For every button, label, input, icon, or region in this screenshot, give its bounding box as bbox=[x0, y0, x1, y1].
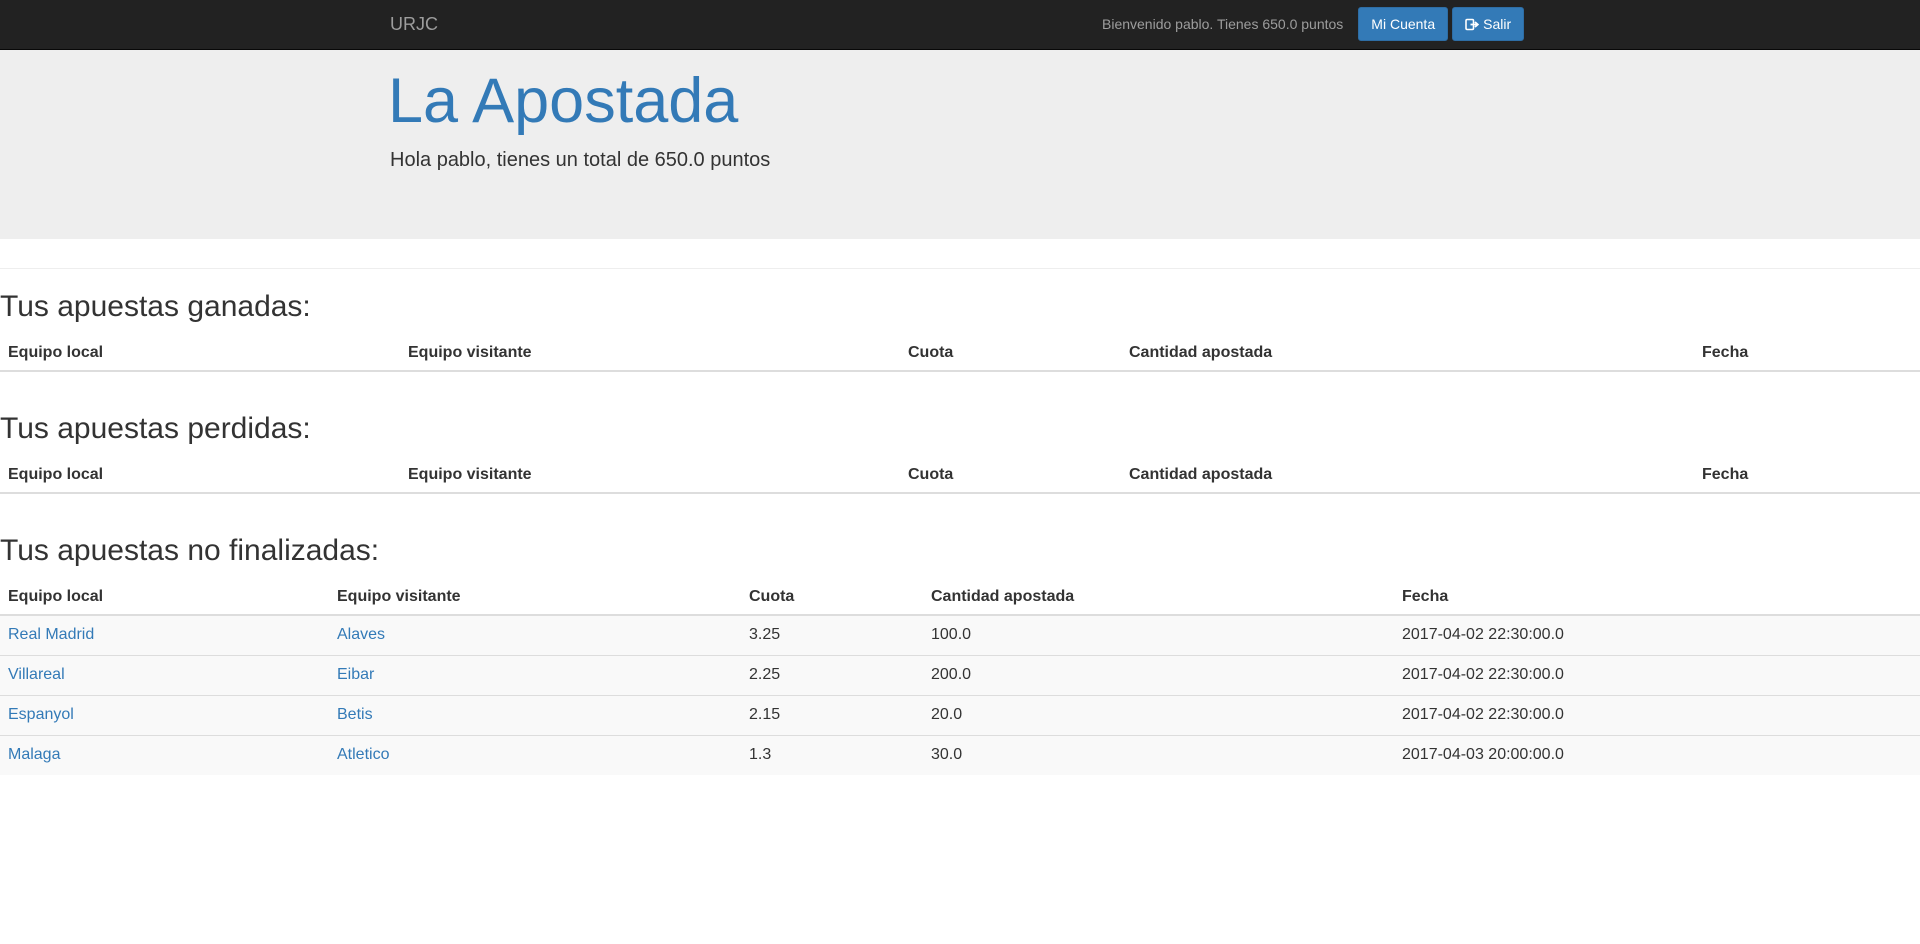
date-cell: 2017-04-02 22:30:00.0 bbox=[1394, 614, 1920, 655]
won-bets-section: Tus apuestas ganadas: Equipo local Equip… bbox=[0, 290, 1920, 372]
won-bets-table: Equipo local Equipo visitante Cuota Cant… bbox=[0, 335, 1920, 372]
amount-cell: 200.0 bbox=[923, 654, 1394, 695]
jumbotron: La Apostada Hola pablo, tienes un total … bbox=[0, 50, 1920, 239]
visitor-team-link[interactable]: Alaves bbox=[337, 626, 385, 643]
column-header: Equipo visitante bbox=[400, 335, 900, 372]
column-header: Fecha bbox=[1694, 457, 1920, 494]
local-team-link[interactable]: Real Madrid bbox=[8, 626, 94, 643]
visitor-team-link[interactable]: Atletico bbox=[337, 746, 389, 763]
column-header: Equipo local bbox=[0, 335, 400, 372]
local-team-link[interactable]: Malaga bbox=[8, 746, 60, 763]
odds-cell: 2.15 bbox=[741, 694, 923, 735]
my-account-label: Mi Cuenta bbox=[1371, 16, 1436, 32]
table-header-row: Equipo local Equipo visitante Cuota Cant… bbox=[0, 579, 1920, 616]
column-header: Equipo local bbox=[0, 457, 400, 494]
page-title: La Apostada bbox=[388, 66, 739, 136]
brand-link[interactable]: URJC bbox=[390, 14, 438, 35]
lost-bets-table: Equipo local Equipo visitante Cuota Cant… bbox=[0, 457, 1920, 494]
table-header-row: Equipo local Equipo visitante Cuota Cant… bbox=[0, 335, 1920, 372]
pending-bets-table: Equipo local Equipo visitante Cuota Cant… bbox=[0, 579, 1920, 775]
column-header: Cuota bbox=[741, 579, 923, 616]
column-header: Equipo local bbox=[0, 579, 329, 616]
table-row: Malaga Atletico 1.3 30.0 2017-04-03 20:0… bbox=[0, 734, 1920, 775]
pending-bets-section: Tus apuestas no finalizadas: Equipo loca… bbox=[0, 534, 1920, 775]
points-summary: Hola pablo, tienes un total de 650.0 pun… bbox=[390, 149, 771, 171]
odds-cell: 3.25 bbox=[741, 614, 923, 655]
column-header: Fecha bbox=[1394, 579, 1920, 616]
divider bbox=[0, 268, 1920, 269]
welcome-text: Bienvenido pablo. Tienes 650.0 puntos bbox=[1102, 16, 1344, 32]
amount-cell: 30.0 bbox=[923, 734, 1394, 775]
date-cell: 2017-04-03 20:00:00.0 bbox=[1394, 734, 1920, 775]
local-team-link[interactable]: Espanyol bbox=[8, 706, 74, 723]
odds-cell: 1.3 bbox=[741, 734, 923, 775]
my-account-button[interactable]: Mi Cuenta bbox=[1358, 7, 1449, 41]
column-header: Equipo visitante bbox=[329, 579, 741, 616]
logout-button[interactable]: Salir bbox=[1452, 7, 1525, 41]
table-row: Real Madrid Alaves 3.25 100.0 2017-04-02… bbox=[0, 614, 1920, 655]
navbar-right: Bienvenido pablo. Tienes 650.0 puntos Mi… bbox=[1102, 7, 1525, 41]
column-header: Cantidad apostada bbox=[923, 579, 1394, 616]
visitor-team-link[interactable]: Eibar bbox=[337, 666, 374, 683]
local-team-link[interactable]: Villareal bbox=[8, 666, 65, 683]
table-header-row: Equipo local Equipo visitante Cuota Cant… bbox=[0, 457, 1920, 494]
navbar: URJC Bienvenido pablo. Tienes 650.0 punt… bbox=[0, 0, 1920, 50]
pending-bets-body: Real Madrid Alaves 3.25 100.0 2017-04-02… bbox=[0, 614, 1920, 775]
pending-bets-heading: Tus apuestas no finalizadas: bbox=[0, 534, 380, 567]
lost-bets-heading: Tus apuestas perdidas: bbox=[0, 412, 311, 445]
table-row: Espanyol Betis 2.15 20.0 2017-04-02 22:3… bbox=[0, 694, 1920, 735]
sign-out-icon bbox=[1465, 18, 1480, 31]
logout-label: Salir bbox=[1483, 16, 1512, 32]
odds-cell: 2.25 bbox=[741, 654, 923, 695]
date-cell: 2017-04-02 22:30:00.0 bbox=[1394, 654, 1920, 695]
won-bets-heading: Tus apuestas ganadas: bbox=[0, 290, 311, 323]
column-header: Equipo visitante bbox=[400, 457, 900, 494]
column-header: Cantidad apostada bbox=[1121, 457, 1694, 494]
column-header: Cantidad apostada bbox=[1121, 335, 1694, 372]
column-header: Fecha bbox=[1694, 335, 1920, 372]
column-header: Cuota bbox=[900, 335, 1121, 372]
amount-cell: 20.0 bbox=[923, 694, 1394, 735]
lost-bets-section: Tus apuestas perdidas: Equipo local Equi… bbox=[0, 412, 1920, 494]
table-row: Villareal Eibar 2.25 200.0 2017-04-02 22… bbox=[0, 654, 1920, 695]
date-cell: 2017-04-02 22:30:00.0 bbox=[1394, 694, 1920, 735]
column-header: Cuota bbox=[900, 457, 1121, 494]
visitor-team-link[interactable]: Betis bbox=[337, 706, 373, 723]
amount-cell: 100.0 bbox=[923, 614, 1394, 655]
